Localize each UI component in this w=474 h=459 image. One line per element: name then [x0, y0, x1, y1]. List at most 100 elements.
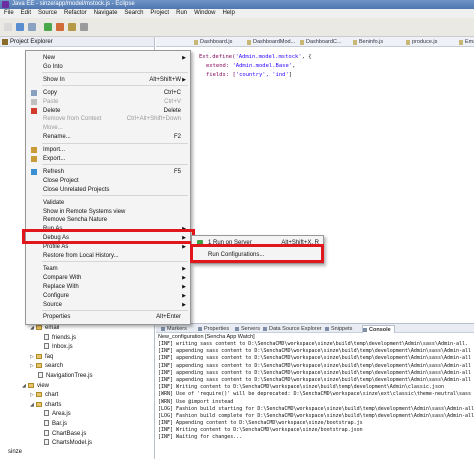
- view-tab-servers[interactable]: Servers: [235, 325, 260, 333]
- menu-separator: [42, 309, 188, 311]
- menu-source[interactable]: Source: [38, 9, 57, 18]
- editor-tab[interactable]: DashboardC...: [300, 38, 341, 47]
- save-icon[interactable]: [16, 23, 24, 31]
- run-as-highlight: [22, 229, 195, 244]
- code-token: extend:: [206, 63, 233, 69]
- menu-window[interactable]: Window: [194, 9, 215, 18]
- editor-tabs: Dashboard.js DashboardMod... DashboardC...…: [156, 37, 474, 47]
- tree-file[interactable]: Bar.js: [44, 420, 67, 429]
- selected-project-label: sinze: [8, 449, 23, 455]
- menu-item-close-unrelated-projects[interactable]: Close Unrelated Projects: [26, 185, 190, 195]
- menu-item-shortcut: F2: [173, 134, 181, 141]
- menu-item-shortcut: Alt+Enter: [156, 314, 181, 321]
- editor-tab[interactable]: Email.js: [459, 38, 474, 47]
- menu-item-show-in[interactable]: Show In Alt+Shift+W ▶: [26, 75, 190, 85]
- folder-icon: [36, 363, 42, 369]
- folder-icon: [36, 401, 42, 407]
- folder-icon: [36, 325, 42, 330]
- tree-folder[interactable]: ▷ search: [30, 362, 63, 371]
- js-file-icon: [44, 343, 49, 350]
- menu-item-label: Replace With: [43, 283, 79, 290]
- editor-tab[interactable]: Dashboard.js: [194, 38, 232, 47]
- code-editor[interactable]: Ext.define('Admin.model.mstock', {extend…: [156, 47, 474, 323]
- menu-edit[interactable]: Edit: [21, 9, 31, 18]
- tree-item-label: email: [45, 325, 60, 331]
- menu-separator: [42, 85, 188, 87]
- tree-file[interactable]: Area.js: [44, 410, 71, 419]
- debug-icon[interactable]: [56, 23, 64, 31]
- tree-folder[interactable]: ▷ faq: [30, 353, 53, 362]
- new-icon[interactable]: [4, 23, 12, 31]
- menu-item-label: Move...: [43, 125, 63, 132]
- menu-file[interactable]: File: [4, 9, 14, 18]
- menu-item-rename[interactable]: Rename... F2: [26, 132, 190, 142]
- console-line: [INF] Writing content to D:\SenchaCMD\wo…: [158, 384, 444, 391]
- tree-item-label: view: [37, 382, 50, 389]
- tree-folder[interactable]: ◢ view: [22, 382, 49, 391]
- bottom-view-tabs: Markers Properties Servers Data Source Expl…: [156, 323, 474, 333]
- view-tab-markers[interactable]: Markers: [161, 325, 187, 333]
- window-title: Java EE - sinze/app/model/mstock.js - Ec…: [12, 1, 135, 7]
- run-icon[interactable]: [44, 23, 52, 31]
- view-tab-properties[interactable]: Properties: [198, 325, 229, 333]
- menu-project[interactable]: Project: [150, 9, 169, 18]
- menu-item-label: Show in Remote Systems view: [43, 208, 126, 215]
- tree-item-label: Bar.js: [52, 421, 68, 427]
- delete-icon: [31, 107, 37, 114]
- console-line: [LOG] Fashion build complete for D:\Senc…: [158, 412, 474, 419]
- copy-icon: [31, 89, 37, 96]
- tree-item-label: friends.js: [52, 334, 77, 341]
- menu-item-label: Profile As: [43, 244, 69, 251]
- main-toolbar: [0, 18, 474, 37]
- menu-help[interactable]: Help: [222, 9, 234, 18]
- menu-search[interactable]: Search: [124, 9, 143, 18]
- editor-tab[interactable]: Beninfo.js: [353, 38, 383, 47]
- tree-file[interactable]: friends.js: [44, 333, 77, 343]
- menu-item-export[interactable]: Export...: [26, 154, 190, 164]
- menu-refactor[interactable]: Refactor: [64, 9, 87, 18]
- tree-file[interactable]: Inbox.js: [44, 343, 73, 352]
- tree-item-label: search: [45, 363, 64, 370]
- console-view[interactable]: New_configuration [Sencha App Watch] [IN…: [156, 333, 474, 459]
- menu-item-label: Delete: [43, 107, 61, 114]
- editor-tab[interactable]: produce.js: [406, 38, 437, 47]
- menu-item-source[interactable]: Source ▶: [26, 300, 190, 310]
- menu-navigate[interactable]: Navigate: [94, 9, 118, 18]
- js-file-icon: [38, 372, 43, 378]
- folder-icon: [36, 392, 42, 398]
- open-type-icon[interactable]: [68, 23, 76, 31]
- menu-item-go-into[interactable]: Go Into: [26, 62, 190, 72]
- menu-separator: [42, 142, 188, 144]
- menu-item-label: Source: [43, 301, 63, 308]
- search-icon[interactable]: [80, 23, 88, 31]
- context-menu: New ▶ Go Into Show In Alt+Shift+W ▶ Copy Ctrl+C…: [25, 50, 191, 325]
- view-tab-data-source-explorer[interactable]: Data Source Explorer: [263, 325, 322, 333]
- tree-folder[interactable]: ▷ chart: [30, 391, 58, 400]
- view-tab-console[interactable]: Console: [362, 325, 395, 333]
- menu-item-restore-from-local-history[interactable]: Restore from Local History...: [26, 251, 190, 261]
- tree-file[interactable]: ChartsModel.js: [44, 439, 92, 448]
- menu-item-label: Copy: [43, 89, 58, 96]
- menu-item-properties[interactable]: Properties Alt+Enter: [26, 312, 190, 322]
- code-token: ,: [292, 63, 296, 69]
- code-string: 'country', 'ind': [235, 72, 289, 78]
- menu-item-label: Show In: [43, 76, 65, 83]
- menu-run[interactable]: Run: [176, 9, 187, 18]
- console-line: [INF] appending sass content to D:\Sench…: [158, 355, 472, 362]
- menu-item-label: Close Project: [43, 177, 79, 184]
- menu-item-shortcut: Alt+Shift+W: [149, 76, 181, 83]
- tree-item-label: ChartsModel.js: [52, 440, 93, 447]
- code-token: fields: [: [206, 72, 236, 78]
- code-token: ]: [288, 72, 293, 78]
- tree-item-label: Inbox.js: [52, 344, 73, 351]
- view-tab-snippets[interactable]: Snippets: [325, 325, 352, 333]
- tree-folder[interactable]: ◢ email: [30, 324, 59, 333]
- menu-item-label: Remove from Context: [43, 116, 102, 123]
- tree-file[interactable]: ChartBase.js: [44, 429, 86, 439]
- tree-folder[interactable]: ◢ charts: [30, 401, 61, 410]
- code-token: , {: [301, 54, 312, 60]
- print-icon[interactable]: [28, 23, 36, 31]
- editor-tab[interactable]: DashboardMod...: [247, 38, 295, 47]
- tree-file[interactable]: NavigationTree.js: [38, 372, 92, 381]
- project-explorer-title: Project Explorer: [10, 39, 53, 45]
